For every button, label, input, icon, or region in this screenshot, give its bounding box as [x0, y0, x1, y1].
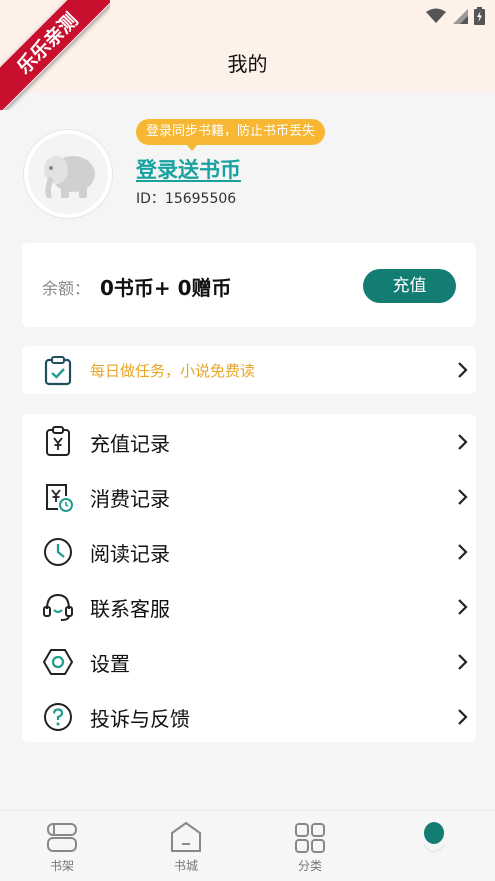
tab-bookshelf[interactable]: 书架	[0, 811, 124, 881]
status-bar	[426, 6, 485, 26]
headset-icon	[43, 593, 73, 621]
menu-label: 充值记录	[90, 432, 170, 456]
elephant-icon	[44, 156, 95, 198]
login-link[interactable]: 登录送书币	[136, 154, 241, 184]
chevron-right-icon	[458, 489, 468, 505]
question-icon	[44, 703, 72, 731]
menu-label: 联系客服	[90, 597, 170, 621]
user-id: ID：15695506	[136, 191, 237, 207]
signal-icon	[453, 9, 468, 24]
chevron-right-icon	[458, 362, 468, 378]
balance-card: 余额： 0书币+ 0赠币 充值	[22, 243, 476, 327]
tab-label: 分类	[297, 859, 322, 873]
balance-value: 0书币+ 0赠币	[100, 276, 232, 300]
battery-charging-icon	[474, 7, 485, 25]
chevron-right-icon	[458, 654, 468, 670]
tab-label: 书架	[49, 859, 74, 873]
settings-hex-icon	[42, 649, 74, 675]
menu-item-reading-record[interactable]: 阅读记录	[22, 524, 476, 579]
chevron-right-icon	[458, 434, 468, 450]
menu-label: 投诉与反馈	[90, 707, 190, 731]
daily-task-banner[interactable]: 每日做任务，小说免费读	[22, 346, 476, 394]
menu-item-consume-record[interactable]: 消费记录	[22, 469, 476, 524]
menu-item-feedback[interactable]: 投诉与反馈	[22, 689, 476, 744]
bookshelf-icon	[47, 823, 77, 852]
bottom-tab-bar: 书架 书城 分类	[0, 810, 495, 881]
tab-label: 书城	[173, 859, 198, 873]
menu-list: 充值记录 消费记录 阅读记录 联系客服 设置 投诉与反馈	[22, 414, 476, 742]
tab-profile[interactable]	[372, 811, 495, 881]
menu-label: 消费记录	[90, 487, 170, 511]
recharge-button[interactable]: 充值	[363, 269, 456, 303]
chevron-right-icon	[458, 544, 468, 560]
tab-category[interactable]: 分类	[248, 811, 372, 881]
balance-label: 余额：	[42, 279, 91, 298]
clock-icon	[44, 538, 72, 566]
bookstore-icon	[171, 821, 201, 852]
menu-item-recharge-record[interactable]: 充值记录	[22, 414, 476, 469]
recharge-record-icon	[46, 426, 70, 456]
clipboard-check-icon	[44, 356, 72, 386]
menu-item-settings[interactable]: 设置	[22, 634, 476, 689]
daily-task-text: 每日做任务，小说免费读	[90, 362, 256, 380]
login-tip-bubble: 登录同步书籍，防止书币丢失	[136, 119, 326, 151]
menu-label: 阅读记录	[90, 542, 170, 566]
chevron-right-icon	[458, 599, 468, 615]
wifi-icon	[426, 8, 446, 23]
profile-dot-icon	[423, 822, 445, 853]
consume-record-icon	[46, 484, 73, 512]
chevron-right-icon	[458, 709, 468, 725]
avatar[interactable]	[24, 130, 112, 218]
menu-item-customer-service[interactable]: 联系客服	[22, 579, 476, 634]
profile-section: 登录同步书籍，防止书币丢失 登录送书币 ID：15695506	[0, 92, 495, 240]
menu-label: 设置	[90, 652, 130, 676]
category-grid-icon	[295, 823, 325, 853]
tab-bookstore[interactable]: 书城	[124, 811, 248, 881]
